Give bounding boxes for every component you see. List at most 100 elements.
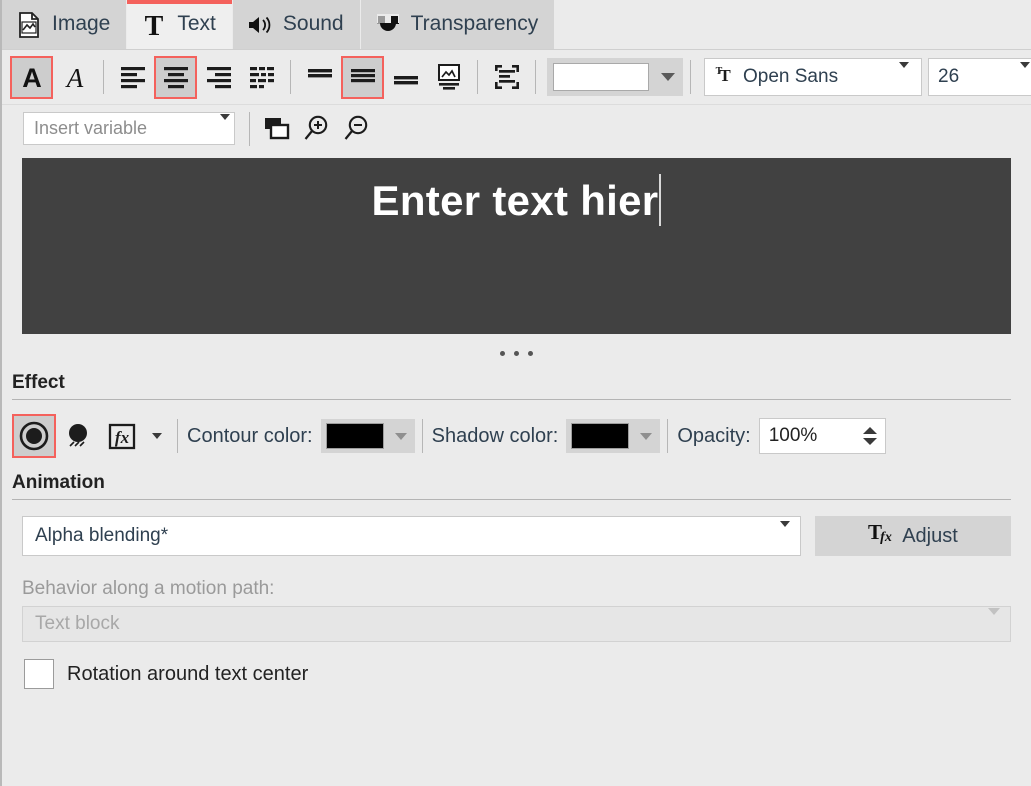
shadow-color-label: Shadow color: (430, 425, 567, 448)
shadow-color-picker[interactable] (566, 419, 660, 453)
layers-icon (262, 116, 292, 142)
contour-color-label: Contour color: (185, 425, 321, 448)
align-left-button[interactable] (111, 56, 154, 99)
tab-transparency[interactable]: Transparency (360, 0, 555, 49)
animation-select[interactable]: Alpha blending* (22, 516, 801, 556)
text-frame-button[interactable] (485, 56, 528, 99)
effect-divider-line (177, 419, 178, 453)
shadow-color-dropdown-arrow[interactable] (632, 419, 660, 453)
toolbar-divider (249, 112, 250, 146)
speaker-icon (246, 11, 274, 39)
fx-icon: fx (106, 420, 138, 452)
tab-image-label: Image (52, 13, 110, 36)
fx-effect-button[interactable]: fx (100, 414, 144, 458)
shadow-color-swatch[interactable] (571, 423, 629, 449)
variable-toolbar: Insert variable (2, 105, 1031, 152)
text-preview-wrapper: Enter text hier (2, 152, 1031, 334)
shadow-effect-button[interactable] (56, 414, 100, 458)
tab-bar: Image T Text Sound (2, 0, 1031, 50)
tab-text[interactable]: T Text (126, 0, 232, 49)
zoom-in-button[interactable] (297, 110, 337, 148)
animation-controls: Alpha blending* T fx Adjust (2, 500, 1031, 556)
toolbar-divider (690, 60, 691, 94)
adjust-button-label: Adjust (902, 525, 958, 548)
chevron-down-icon (152, 433, 162, 439)
chevron-down-icon[interactable] (220, 120, 230, 138)
text-over-image-button[interactable] (427, 56, 470, 99)
contour-effect-button[interactable] (12, 414, 56, 458)
zoom-out-button[interactable] (337, 110, 377, 148)
valign-top-icon (305, 62, 335, 92)
rotation-checkbox-row[interactable]: Rotation around text center (2, 642, 1031, 689)
text-format-toolbar: A A (2, 50, 1031, 105)
effect-divider-line (667, 419, 668, 453)
preview-text: Enter text hier (372, 177, 659, 224)
image-icon (15, 11, 43, 39)
text-color-picker[interactable] (547, 58, 683, 96)
font-family-select[interactable]: T T Open Sans (704, 58, 922, 96)
animation-heading: Animation (2, 472, 1031, 499)
text-cursor-icon (659, 174, 661, 226)
behavior-label: Behavior along a motion path: (2, 556, 1031, 606)
valign-middle-button[interactable] (341, 56, 384, 99)
shadow-icon (62, 420, 94, 452)
tab-sound[interactable]: Sound (232, 0, 360, 49)
tab-transparency-label: Transparency (411, 13, 539, 36)
italic-a-icon: A (61, 63, 89, 91)
align-center-icon (161, 62, 191, 92)
chevron-down-icon[interactable] (780, 527, 790, 545)
panel-resize-handle[interactable] (2, 334, 1031, 372)
animation-value: Alpha blending* (35, 525, 780, 547)
bold-button[interactable]: A (10, 56, 53, 99)
effect-controls: fx Contour color: Shadow color: Opacity:… (2, 400, 1031, 472)
tfx-icon: T fx (868, 520, 894, 552)
valign-top-button[interactable] (298, 56, 341, 99)
text-over-image-icon (434, 62, 464, 92)
adjust-button[interactable]: T fx Adjust (815, 516, 1011, 556)
valign-bottom-button[interactable] (384, 56, 427, 99)
behavior-value: Text block (35, 613, 988, 635)
chevron-down-icon[interactable] (1014, 68, 1031, 86)
font-size-value: 26 (938, 66, 1007, 88)
toolbar-divider (290, 60, 291, 94)
opacity-input[interactable]: 100% (759, 418, 886, 454)
svg-text:T: T (716, 66, 723, 77)
align-center-button[interactable] (154, 56, 197, 99)
text-color-dropdown-arrow[interactable] (653, 58, 683, 96)
tab-image[interactable]: Image (2, 0, 126, 49)
svg-text:T: T (145, 11, 164, 39)
svg-text:fx: fx (115, 428, 130, 447)
dot-icon (514, 351, 519, 356)
toolbar-divider (477, 60, 478, 94)
text-color-swatch[interactable] (553, 63, 649, 91)
font-family-value: Open Sans (743, 66, 886, 88)
tab-text-label: Text (177, 13, 216, 36)
contour-color-dropdown-arrow[interactable] (387, 419, 415, 453)
opacity-stepper[interactable] (863, 427, 880, 445)
chevron-down-icon (988, 615, 1000, 633)
text-t-icon: T (140, 11, 168, 39)
svg-text:fx: fx (880, 530, 892, 545)
font-size-select[interactable]: 26 (928, 58, 1031, 96)
valign-bottom-icon (391, 62, 421, 92)
layers-button[interactable] (257, 110, 297, 148)
align-justify-icon (247, 62, 277, 92)
contour-color-swatch[interactable] (326, 423, 384, 449)
rotation-checkbox[interactable] (24, 659, 54, 689)
insert-variable-placeholder: Insert variable (34, 118, 220, 139)
contour-color-picker[interactable] (321, 419, 415, 453)
svg-text:A: A (22, 63, 42, 91)
align-right-button[interactable] (197, 56, 240, 99)
italic-button[interactable]: A (53, 56, 96, 99)
chevron-down-icon (395, 433, 407, 440)
insert-variable-select[interactable]: Insert variable (23, 112, 235, 145)
dot-icon (500, 351, 505, 356)
text-preview-canvas[interactable]: Enter text hier (22, 158, 1011, 334)
fx-dropdown-arrow[interactable] (144, 433, 170, 439)
text-frame-icon (492, 62, 522, 92)
chevron-down-icon[interactable] (893, 68, 915, 86)
align-justify-button[interactable] (240, 56, 283, 99)
stepper-up-icon (863, 427, 877, 434)
bold-a-icon: A (18, 63, 46, 91)
behavior-select: Text block (22, 606, 1011, 642)
